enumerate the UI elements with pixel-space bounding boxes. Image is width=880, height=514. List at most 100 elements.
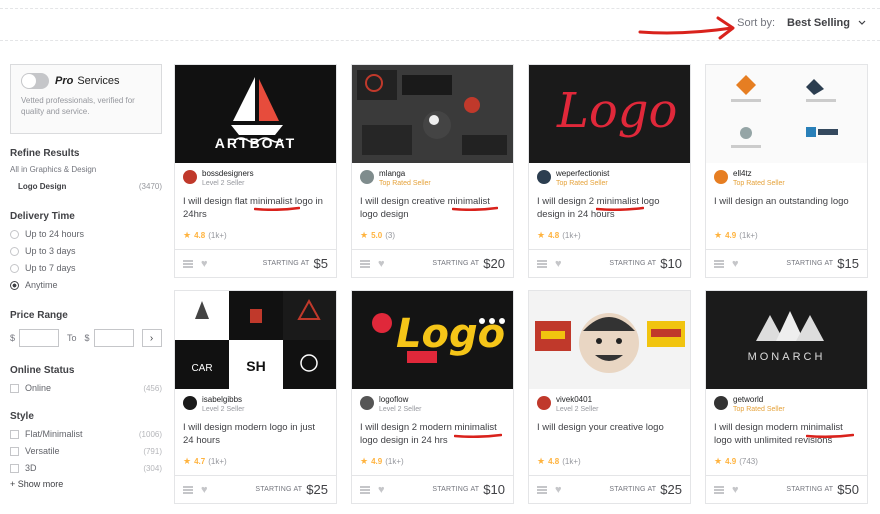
heart-icon[interactable]: ♥ — [201, 258, 208, 270]
rating-count: (1k+) — [208, 230, 227, 240]
gig-thumbnail[interactable] — [352, 65, 513, 163]
red-underline-annotation — [596, 206, 644, 211]
menu-icon[interactable] — [360, 485, 370, 494]
gig-card[interactable]: ell4tz Top Rated Seller I will design an … — [705, 64, 868, 278]
rating-value: 4.8 — [548, 230, 560, 240]
gig-card[interactable]: vivek0401 Level 2 Seller I will design yo… — [528, 290, 691, 504]
category-breadcrumb[interactable]: All in Graphics & Design — [10, 165, 162, 174]
rating-value: 4.7 — [194, 456, 206, 466]
avatar[interactable] — [537, 396, 551, 410]
starting-at-label: STARTING AT — [262, 260, 310, 267]
gig-thumbnail[interactable] — [529, 291, 690, 389]
avatar[interactable] — [714, 170, 728, 184]
price-go-button[interactable]: › — [141, 329, 162, 347]
radio-button[interactable] — [10, 229, 19, 239]
avatar[interactable] — [360, 170, 374, 184]
max-price-input[interactable] — [93, 329, 134, 347]
checkbox[interactable] — [10, 446, 19, 456]
online-filter[interactable]: Online (456) — [10, 383, 162, 393]
seller-info: ell4tz Top Rated Seller — [706, 163, 867, 193]
checkbox[interactable] — [10, 463, 19, 473]
heart-icon[interactable]: ♥ — [378, 484, 385, 496]
gig-rating: ★ 4.8 (1k+) — [529, 225, 690, 241]
seller-info: weperfectionist Top Rated Seller — [529, 163, 690, 193]
seller-name[interactable]: logoflow — [379, 395, 421, 405]
style-option-flat[interactable]: Flat/Minimalist (1006) — [10, 429, 162, 439]
rating-count: (1k+) — [208, 456, 227, 466]
online-status-title: Online Status — [10, 365, 75, 376]
gig-thumbnail[interactable] — [706, 65, 867, 163]
gig-rating: ★ 4.9 (1k+) — [706, 225, 867, 241]
starting-at-label: STARTING AT — [609, 260, 657, 267]
gig-title[interactable]: I will design modern logo in just 24 hou… — [175, 419, 336, 451]
seller-name[interactable]: getworld — [733, 395, 785, 405]
min-price-input[interactable] — [19, 329, 60, 347]
option-label: 3D — [25, 463, 37, 473]
seller-name[interactable]: isabelgibbs — [202, 395, 244, 405]
gig-thumbnail[interactable]: Logo — [352, 291, 513, 389]
menu-icon[interactable] — [537, 259, 547, 268]
pro-toggle[interactable] — [21, 73, 49, 89]
gig-card[interactable]: Logo logoflow Level 2 Seller I will desig… — [351, 290, 514, 504]
gig-title[interactable]: I will design an outstanding logo — [706, 193, 867, 225]
menu-icon[interactable] — [183, 485, 193, 494]
gig-price: $10 — [660, 256, 682, 271]
avatar[interactable] — [183, 396, 197, 410]
delivery-option-24h[interactable]: Up to 24 hours — [10, 229, 162, 239]
gig-title[interactable]: I will design your creative logo — [529, 419, 690, 451]
delivery-option-7d[interactable]: Up to 7 days — [10, 263, 162, 273]
gig-thumbnail[interactable]: CAR SH — [175, 291, 336, 389]
gig-thumbnail[interactable]: MONARCH — [706, 291, 867, 389]
radio-button[interactable] — [10, 263, 19, 273]
gig-card[interactable]: MONARCH getworld Top Rated Seller I will … — [705, 290, 868, 504]
avatar[interactable] — [183, 170, 197, 184]
option-count: (304) — [143, 463, 162, 473]
star-icon: ★ — [714, 229, 723, 240]
svg-text:CAR: CAR — [191, 363, 212, 374]
category-count: (3470) — [138, 182, 162, 191]
heart-icon[interactable]: ♥ — [201, 484, 208, 496]
seller-name[interactable]: bossdesigners — [202, 169, 254, 179]
gig-card[interactable]: mlanga Top Rated Seller I will design cre… — [351, 64, 514, 278]
delivery-option-3d[interactable]: Up to 3 days — [10, 246, 162, 256]
gig-card[interactable]: ARTBOAT bossdesigners Level 2 Seller I wi… — [174, 64, 337, 278]
seller-name[interactable]: weperfectionist — [556, 169, 609, 179]
gig-thumbnail[interactable]: ARTBOAT — [175, 65, 336, 163]
sort-label: Sort by: — [737, 17, 776, 29]
avatar[interactable] — [537, 170, 551, 184]
menu-icon[interactable] — [183, 259, 193, 268]
red-underline-annotation — [452, 206, 498, 211]
chevron-down-icon[interactable] — [858, 19, 866, 27]
radio-button[interactable] — [10, 246, 19, 256]
heart-icon[interactable]: ♥ — [732, 484, 739, 496]
gig-thumbnail[interactable]: Logo — [529, 65, 690, 163]
heart-icon[interactable]: ♥ — [378, 258, 385, 270]
gig-card[interactable]: Logo weperfectionist Top Rated Seller I w… — [528, 64, 691, 278]
delivery-option-anytime[interactable]: Anytime — [10, 280, 162, 290]
option-count: (456) — [143, 383, 162, 393]
menu-icon[interactable] — [714, 485, 724, 494]
gig-card[interactable]: CAR SH isabelgibbs Level 2 Seller I will … — [174, 290, 337, 504]
avatar[interactable] — [714, 396, 728, 410]
checkbox[interactable] — [10, 429, 19, 439]
seller-level: Top Rated Seller — [733, 180, 785, 187]
sort-value[interactable]: Best Selling — [787, 17, 850, 29]
seller-level: Top Rated Seller — [379, 180, 431, 187]
checkbox[interactable] — [10, 383, 19, 393]
avatar[interactable] — [360, 396, 374, 410]
seller-name[interactable]: mlanga — [379, 169, 431, 179]
menu-icon[interactable] — [537, 485, 547, 494]
style-option-versatile[interactable]: Versatile (791) — [10, 446, 162, 456]
style-option-3d[interactable]: 3D (304) — [10, 463, 162, 473]
radio-button-selected[interactable] — [10, 280, 19, 290]
seller-name[interactable]: ell4tz — [733, 169, 785, 179]
seller-name[interactable]: vivek0401 — [556, 395, 598, 405]
show-more-link[interactable]: + Show more — [10, 479, 162, 489]
heart-icon[interactable]: ♥ — [732, 258, 739, 270]
category-item-logo-design[interactable]: Logo Design (3470) — [10, 182, 162, 191]
menu-icon[interactable] — [714, 259, 724, 268]
sort-control[interactable]: Sort by: Best Selling — [737, 17, 866, 29]
menu-icon[interactable] — [360, 259, 370, 268]
heart-icon[interactable]: ♥ — [555, 258, 562, 270]
heart-icon[interactable]: ♥ — [555, 484, 562, 496]
